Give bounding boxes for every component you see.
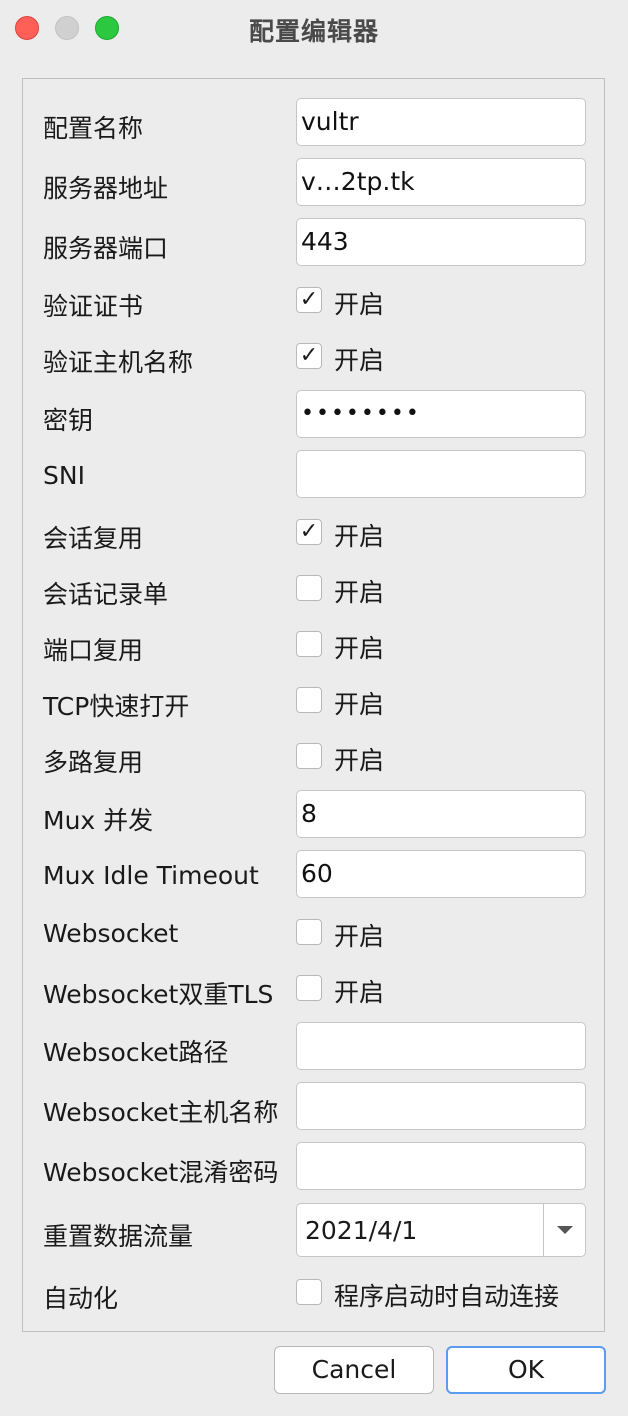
password-label: 密钥 (43, 406, 94, 435)
tcp-fast-open-checkbox[interactable] (296, 687, 322, 713)
mux-idle-timeout-label: Mux Idle Timeout (43, 861, 259, 890)
tcp-fast-open-label: TCP快速打开 (43, 692, 190, 721)
websocket-hostname-label: Websocket主机名称 (43, 1098, 279, 1127)
mux-checkbox[interactable] (296, 743, 322, 769)
verify-hostname-checkbox[interactable]: ✓ (296, 343, 322, 369)
websocket-path-label: Websocket路径 (43, 1038, 229, 1067)
websocket-obfs-password-input[interactable] (296, 1142, 586, 1190)
websocket-hostname-input[interactable] (296, 1082, 586, 1130)
port-reuse-checkbox[interactable] (296, 631, 322, 657)
automation-label: 自动化 (43, 1284, 119, 1313)
settings-panel: 配置名称 vultr 服务器地址 v…2tp.tk 服务器端口 443 验证证书… (22, 78, 605, 1332)
server-port-label: 服务器端口 (43, 234, 169, 263)
mux-concurrency-label: Mux 并发 (43, 806, 154, 835)
auto-connect-checkbox[interactable] (296, 1279, 322, 1305)
mux-label: 多路复用 (43, 748, 144, 777)
sni-input[interactable] (296, 450, 586, 498)
config-editor-window: 配置编辑器 配置名称 vultr 服务器地址 v…2tp.tk 服务器端口 44… (0, 0, 628, 1416)
mux-concurrency-input[interactable]: 8 (296, 790, 586, 838)
cancel-button[interactable]: Cancel (274, 1346, 434, 1394)
session-reuse-on-label: 开启 (334, 522, 385, 551)
websocket-double-tls-on-label: 开启 (334, 978, 385, 1007)
websocket-obfs-password-label: Websocket混淆密码 (43, 1158, 279, 1187)
websocket-double-tls-label: Websocket双重TLS (43, 980, 274, 1009)
reset-traffic-date-picker[interactable]: 2021/4/1 (296, 1203, 586, 1257)
websocket-label: Websocket (43, 919, 179, 948)
verify-cert-label: 验证证书 (43, 292, 144, 321)
title-bar: 配置编辑器 (0, 0, 628, 56)
session-ticket-on-label: 开启 (334, 578, 385, 607)
auto-connect-label: 程序启动时自动连接 (334, 1282, 560, 1311)
server-address-input[interactable]: v…2tp.tk (296, 158, 586, 206)
verify-cert-checkbox[interactable]: ✓ (296, 287, 322, 313)
window-title: 配置编辑器 (248, 17, 379, 46)
reset-traffic-label: 重置数据流量 (43, 1222, 194, 1251)
date-picker-divider (543, 1204, 544, 1256)
tcp-fast-open-on-label: 开启 (334, 690, 385, 719)
session-reuse-label: 会话复用 (43, 524, 144, 553)
websocket-on-label: 开启 (334, 922, 385, 951)
sni-label: SNI (43, 461, 85, 490)
session-ticket-label: 会话记录单 (43, 580, 169, 609)
session-ticket-checkbox[interactable] (296, 575, 322, 601)
chevron-down-icon[interactable] (557, 1226, 573, 1234)
websocket-checkbox[interactable] (296, 919, 322, 945)
port-reuse-on-label: 开启 (334, 634, 385, 663)
server-port-input[interactable]: 443 (296, 218, 586, 266)
verify-hostname-on-label: 开启 (334, 346, 385, 375)
reset-traffic-date-value: 2021/4/1 (305, 1216, 418, 1245)
profile-name-label: 配置名称 (43, 114, 144, 143)
ok-button[interactable]: OK (446, 1346, 606, 1394)
mux-idle-timeout-input[interactable]: 60 (296, 850, 586, 898)
websocket-path-input[interactable] (296, 1022, 586, 1070)
verify-hostname-label: 验证主机名称 (43, 348, 194, 377)
profile-name-input[interactable]: vultr (296, 98, 586, 146)
password-input[interactable]: •••••••• (296, 390, 586, 438)
verify-cert-on-label: 开启 (334, 290, 385, 319)
websocket-double-tls-checkbox[interactable] (296, 975, 322, 1001)
server-address-label: 服务器地址 (43, 174, 169, 203)
session-reuse-checkbox[interactable]: ✓ (296, 519, 322, 545)
mux-on-label: 开启 (334, 746, 385, 775)
port-reuse-label: 端口复用 (43, 636, 144, 665)
